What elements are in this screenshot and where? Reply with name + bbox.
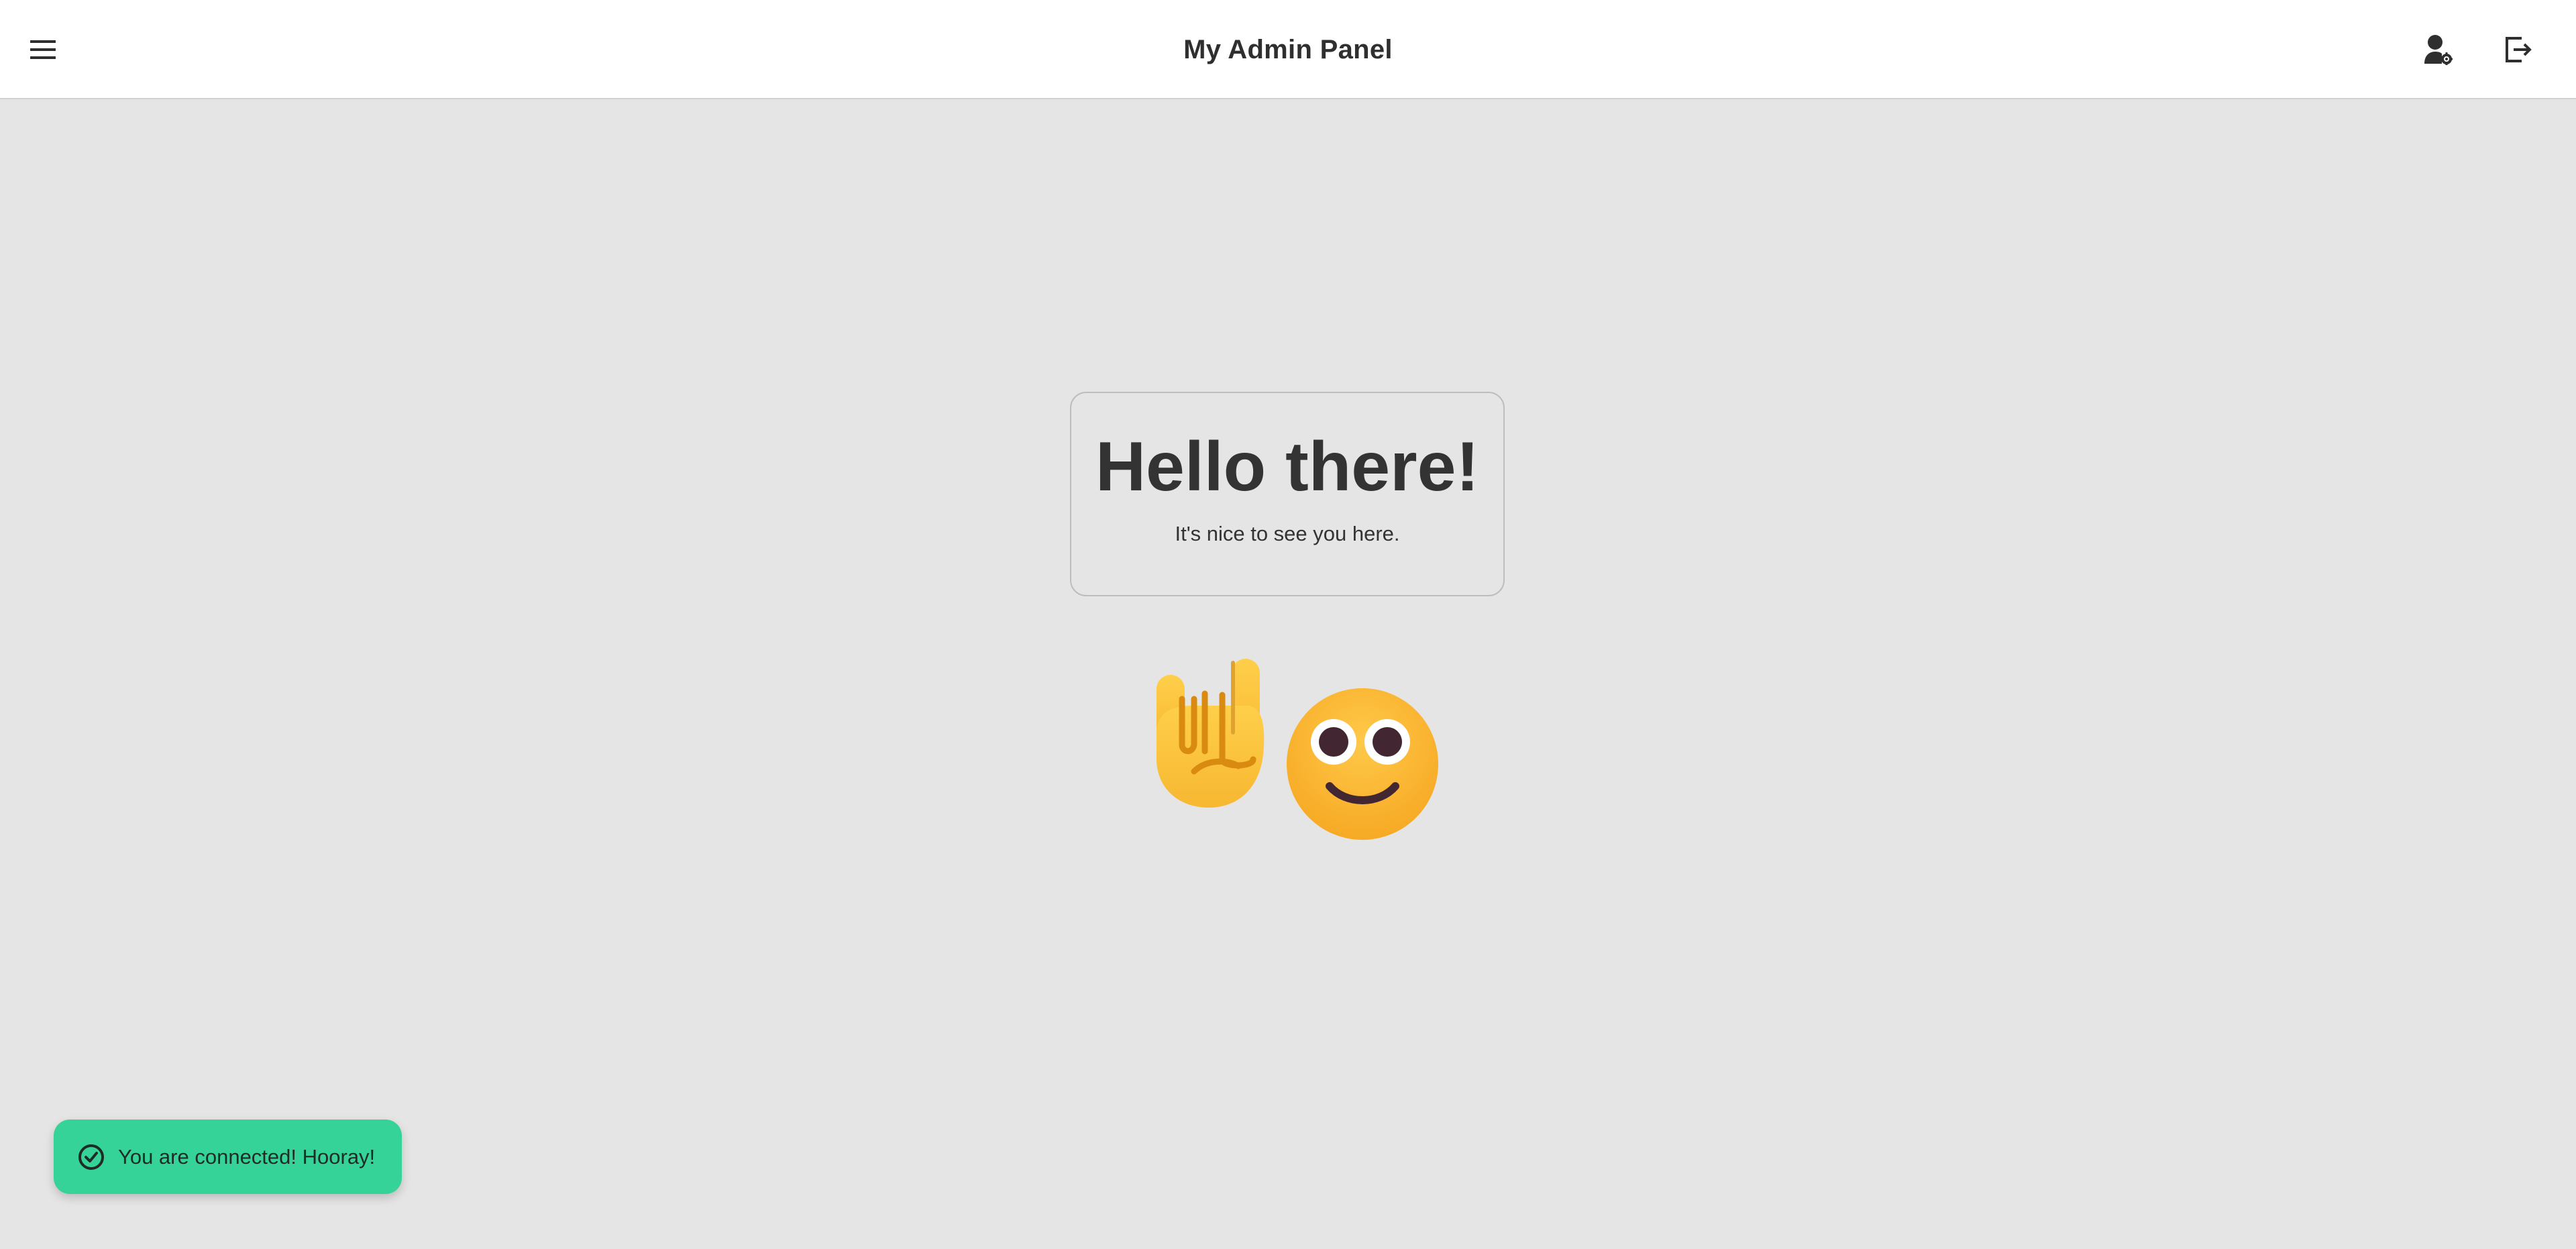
profile-settings-button[interactable] xyxy=(2404,16,2471,83)
logout-icon xyxy=(2506,37,2532,62)
hamburger-menu-icon xyxy=(30,40,56,59)
top-app-bar: My Admin Panel xyxy=(0,0,2576,99)
smiling-face-emoji xyxy=(1287,688,1438,840)
app-title: My Admin Panel xyxy=(1183,35,1393,64)
toast-message: You are connected! Hooray! xyxy=(118,1144,376,1169)
user-settings-icon xyxy=(2424,35,2453,65)
welcome-heading: Hello there! xyxy=(1095,428,1480,506)
welcome-subheading: It's nice to see you here. xyxy=(1175,522,1400,545)
sign-of-the-horns-emoji xyxy=(1157,659,1265,808)
welcome-card: Hello there! It's nice to see you here. xyxy=(1070,392,1505,596)
logout-button[interactable] xyxy=(2485,16,2552,83)
menu-button[interactable] xyxy=(9,16,76,83)
connection-toast[interactable]: You are connected! Hooray! xyxy=(54,1120,402,1194)
check-circle-icon xyxy=(76,1142,106,1172)
